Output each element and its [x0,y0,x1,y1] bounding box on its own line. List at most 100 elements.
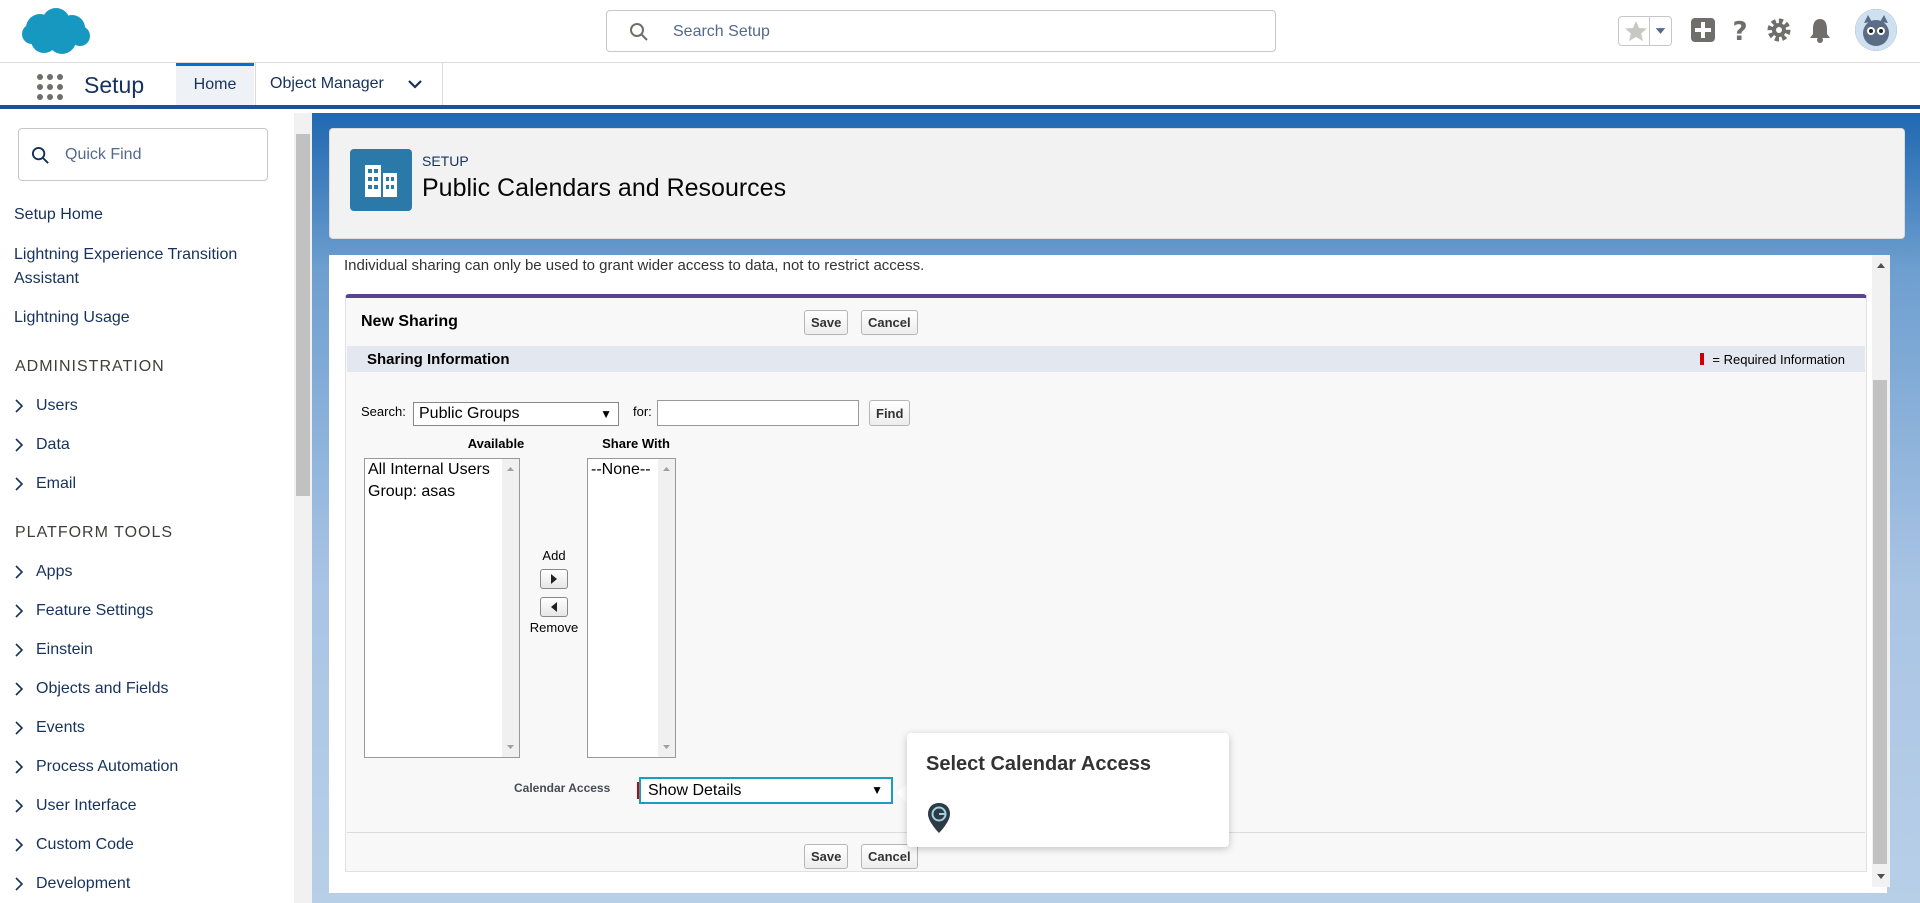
popover-title: Select Calendar Access [926,753,1151,775]
sidebar-item-objects-and-fields[interactable]: Objects and Fields [14,680,169,702]
sidebar-item-label: Events [36,719,85,736]
global-search-placeholder: Search Setup [673,23,770,40]
page-title: Public Calendars and Resources [422,174,787,202]
building-icon [350,149,412,211]
find-button[interactable]: Find [869,400,911,426]
search-type-value: Public Groups [419,405,520,422]
add-arrow-button[interactable] [540,569,568,589]
search-label: Search: [361,404,406,419]
quick-find-input[interactable]: Quick Find [18,128,268,181]
save-button[interactable]: Save [804,310,849,335]
chevron-right-icon[interactable] [14,877,24,891]
sidebar-item-label: Objects and Fields [36,680,169,697]
salesforce-cloud-logo[interactable] [18,6,94,58]
app-launcher-icon[interactable] [36,73,64,101]
calendar-access-label: Calendar Access [514,781,611,795]
scroll-up-icon[interactable] [658,463,675,475]
tab-object-manager[interactable]: Object Manager [255,63,443,105]
dropdown-arrow-icon: ▼ [871,783,883,797]
chevron-down-icon[interactable] [406,75,424,93]
scroll-up-icon[interactable] [502,463,519,475]
required-marker [1700,353,1705,365]
sidebar-item-data[interactable]: Data [14,436,70,458]
share-with-heading: Share With [602,436,670,451]
sidebar-item-users[interactable]: Users [14,397,78,419]
search-icon [630,23,648,41]
search-type-select[interactable]: Public Groups ▼ [413,402,619,426]
setup-sidebar: Quick Find Setup Home Lightning Experien… [0,113,294,903]
chevron-right-icon[interactable] [14,799,24,813]
sidebar-item-email[interactable]: Email [14,475,76,497]
sidebar-item-custom-code[interactable]: Custom Code [14,836,134,858]
global-search-input[interactable]: Search Setup [606,10,1276,52]
sidebar-item-events[interactable]: Events [14,719,85,741]
cancel-button-bottom[interactable]: Cancel [861,844,918,869]
scroll-down-icon[interactable] [1872,869,1890,883]
sidebar-item-process-automation[interactable]: Process Automation [14,758,178,780]
sidebar-link-lightning-transition[interactable]: Lightning Experience Transition Assistan… [14,243,274,291]
save-button-bottom[interactable]: Save [804,844,849,869]
chevron-right-icon[interactable] [14,565,24,579]
sidebar-item-label: Email [36,475,77,492]
chevron-right-icon[interactable] [14,682,24,696]
chevron-right-icon[interactable] [14,604,24,618]
sidebar-item-development[interactable]: Development [14,875,130,897]
page-eyebrow: SETUP [422,153,469,169]
sidebar-scrollbar-thumb[interactable] [296,134,310,496]
sidebar-heading-administration: ADMINISTRATION [15,358,165,375]
list-item[interactable]: All Internal Users [365,459,519,481]
avatar[interactable] [1855,9,1897,51]
scroll-up-icon[interactable] [1872,259,1890,273]
quick-find-placeholder: Quick Find [65,146,142,163]
chevron-right-icon[interactable] [14,399,24,413]
section-title: Sharing Information [367,351,510,368]
chevron-right-icon[interactable] [14,760,24,774]
remove-arrow-button[interactable] [540,597,568,617]
panel-title: New Sharing [361,313,458,330]
content-scrollbar-thumb[interactable] [1873,380,1887,864]
search-icon [31,146,49,164]
chevron-down-icon[interactable] [1649,17,1671,45]
calendar-access-select[interactable]: Show Details ▼ [639,777,893,804]
chevron-right-icon[interactable] [14,643,24,657]
chevron-right-icon[interactable] [14,721,24,735]
star-icon[interactable] [1623,20,1649,42]
sidebar-item-einstein[interactable]: Einstein [14,641,93,663]
chevron-right-icon[interactable] [14,838,24,852]
tab-home[interactable]: Home [176,63,254,105]
available-listbox[interactable]: All Internal Users Group: asas [364,458,520,758]
add-icon[interactable] [1689,16,1717,44]
tab-object-manager-label: Object Manager [270,75,384,92]
chevron-right-icon[interactable] [14,477,24,491]
sidebar-link-lightning-usage[interactable]: Lightning Usage [14,306,284,330]
cancel-button[interactable]: Cancel [861,310,918,335]
favorites-button[interactable] [1618,16,1672,46]
sidebar-item-label: Einstein [36,641,93,658]
share-with-listbox[interactable]: --None-- [587,458,676,758]
for-label: for: [633,404,652,419]
list-item[interactable]: Group: asas [365,481,519,503]
gear-icon[interactable] [1765,16,1793,44]
scroll-down-icon[interactable] [658,741,675,753]
listbox-scrollbar[interactable] [658,459,675,757]
help-icon[interactable]: ? [1726,16,1754,44]
page-header: SETUP Public Calendars and Resources [329,128,1905,239]
sharing-intro-text: Individual sharing can only be used to g… [344,257,925,274]
chevron-right-icon[interactable] [14,438,24,452]
arrow-right-icon [551,574,557,584]
guide-pin-icon[interactable] [927,802,951,834]
bell-icon[interactable] [1806,16,1834,44]
sidebar-heading-platform-tools: PLATFORM TOOLS [15,524,174,541]
sidebar-item-label: Custom Code [36,836,134,853]
listbox-scrollbar[interactable] [502,459,519,757]
search-for-input[interactable] [657,400,859,426]
sidebar-item-label: Feature Settings [36,602,154,619]
global-header: Search Setup ? [0,0,1920,63]
sidebar-item-feature-settings[interactable]: Feature Settings [14,602,153,624]
scroll-down-icon[interactable] [502,741,519,753]
sidebar-item-apps[interactable]: Apps [14,563,72,585]
sidebar-item-user-interface[interactable]: User Interface [14,797,136,819]
add-label: Add [542,548,566,563]
sidebar-link-setup-home[interactable]: Setup Home [14,203,284,227]
app-title: Setup [84,72,145,98]
